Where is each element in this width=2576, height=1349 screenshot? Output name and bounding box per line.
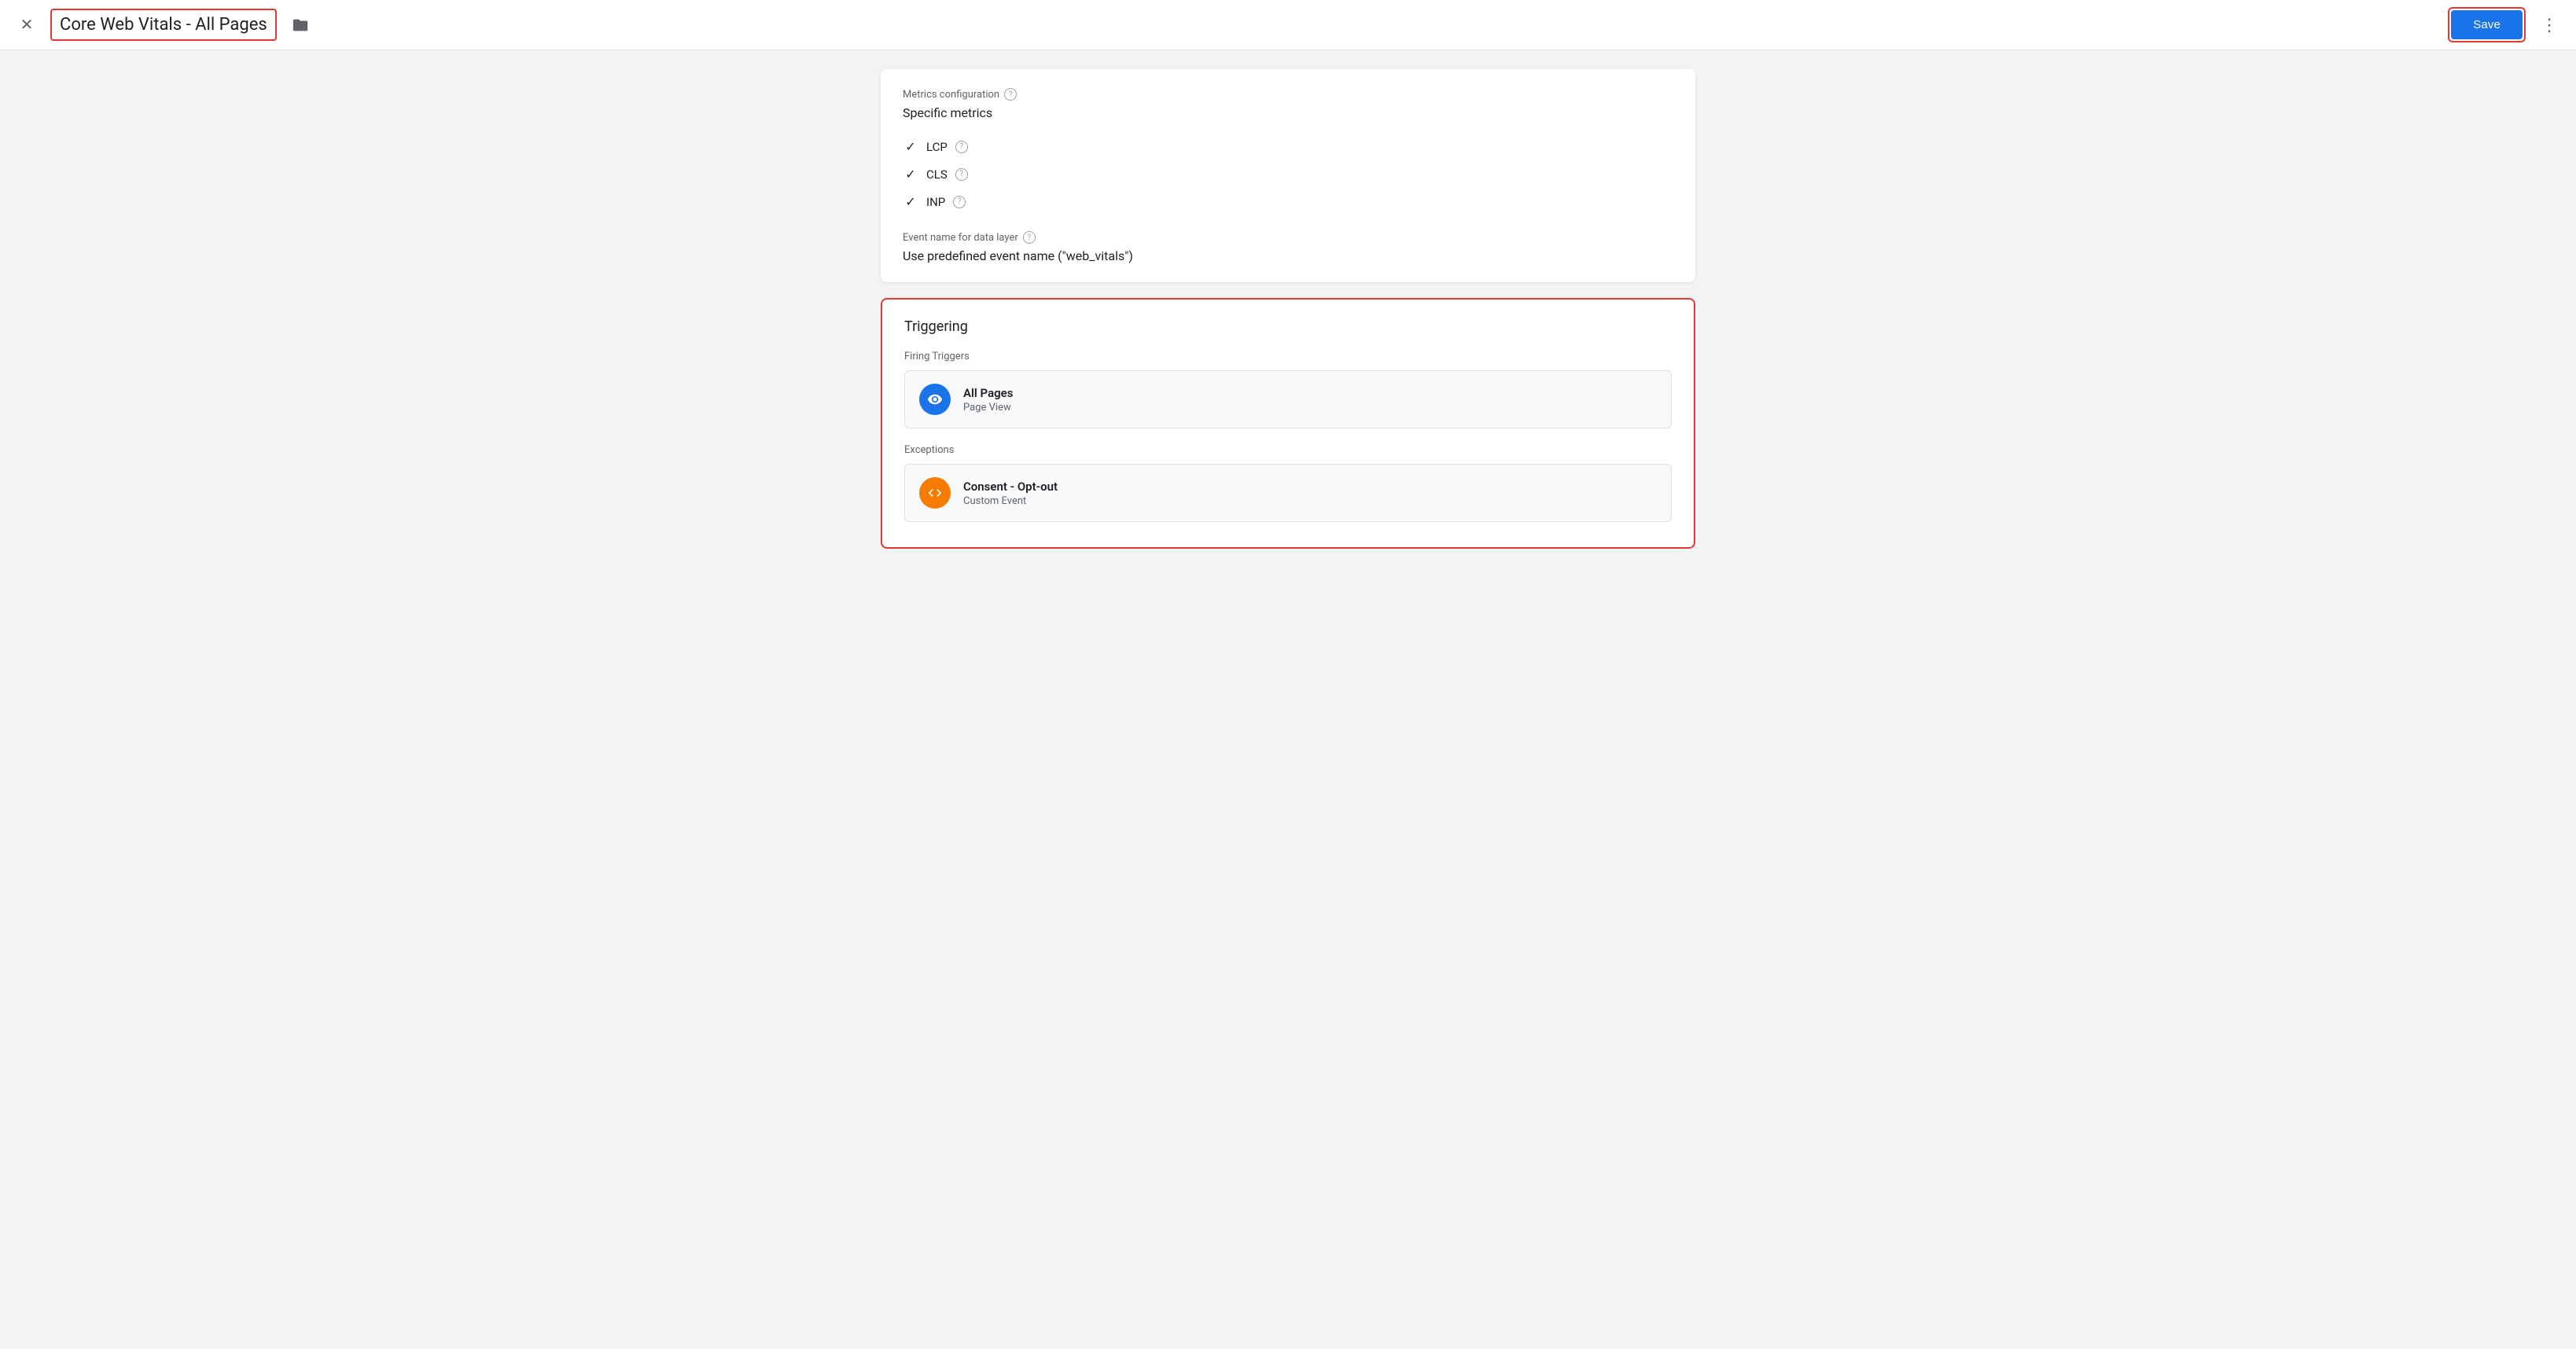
exceptions-label: Exceptions <box>904 444 1672 456</box>
lcp-label: LCP <box>926 140 948 154</box>
consent-trigger-name: Consent - Opt-out <box>963 480 1058 494</box>
all-pages-trigger-type: Page View <box>963 402 1013 414</box>
metric-lcp: ✓ LCP ? <box>903 133 1673 160</box>
folder-button[interactable] <box>286 11 315 39</box>
page-title: Core Web Vitals - All Pages <box>60 15 267 35</box>
cls-help-icon[interactable]: ? <box>955 168 968 181</box>
save-button-wrapper: Save <box>2448 7 2526 42</box>
all-pages-trigger-name: All Pages <box>963 386 1013 400</box>
close-icon: ✕ <box>20 15 34 35</box>
save-button[interactable]: Save <box>2451 10 2523 39</box>
folder-icon <box>292 17 309 34</box>
trigger-all-pages[interactable]: All Pages Page View <box>904 370 1672 428</box>
triggering-title: Triggering <box>904 318 1672 335</box>
more-icon: ⋮ <box>2541 15 2558 35</box>
inp-label: INP <box>926 195 945 209</box>
metric-inp: ✓ INP ? <box>903 188 1673 215</box>
header: ✕ Core Web Vitals - All Pages Save ⋮ <box>0 0 2576 50</box>
eye-icon <box>927 391 943 407</box>
inp-help-icon[interactable]: ? <box>953 196 966 208</box>
consent-trigger-icon <box>919 477 951 509</box>
specific-metrics-title: Specific metrics <box>903 105 1673 120</box>
firing-triggers-label: Firing Triggers <box>904 351 1672 362</box>
exceptions-section: Exceptions Consent - Opt-out Custom Even… <box>904 444 1672 522</box>
metrics-card: Metrics configuration ? Specific metrics… <box>881 69 1695 282</box>
metrics-config-label: Metrics configuration ? <box>903 88 1673 101</box>
main-content: Metrics configuration ? Specific metrics… <box>856 50 1720 1349</box>
title-wrapper: Core Web Vitals - All Pages <box>50 9 277 41</box>
cls-check-icon: ✓ <box>903 167 918 182</box>
lcp-help-icon[interactable]: ? <box>955 141 968 153</box>
trigger-consent-opt-out[interactable]: Consent - Opt-out Custom Event <box>904 464 1672 522</box>
consent-trigger-type: Custom Event <box>963 495 1058 507</box>
event-name-label: Event name for data layer ? <box>903 231 1673 244</box>
all-pages-trigger-icon <box>919 384 951 415</box>
more-options-button[interactable]: ⋮ <box>2535 11 2563 39</box>
metrics-config-help-icon[interactable]: ? <box>1004 88 1017 101</box>
cls-label: CLS <box>926 167 948 182</box>
event-name-value: Use predefined event name ("web_vitals") <box>903 248 1673 263</box>
code-icon <box>927 485 943 501</box>
close-button[interactable]: ✕ <box>13 11 41 39</box>
event-name-section: Event name for data layer ? Use predefin… <box>903 231 1673 263</box>
triggering-card: Triggering Firing Triggers All Pages Pag… <box>881 298 1695 549</box>
lcp-check-icon: ✓ <box>903 139 918 154</box>
all-pages-trigger-info: All Pages Page View <box>963 386 1013 414</box>
event-name-help-icon[interactable]: ? <box>1023 231 1036 244</box>
inp-check-icon: ✓ <box>903 194 918 209</box>
consent-trigger-info: Consent - Opt-out Custom Event <box>963 480 1058 507</box>
metric-cls: ✓ CLS ? <box>903 160 1673 188</box>
